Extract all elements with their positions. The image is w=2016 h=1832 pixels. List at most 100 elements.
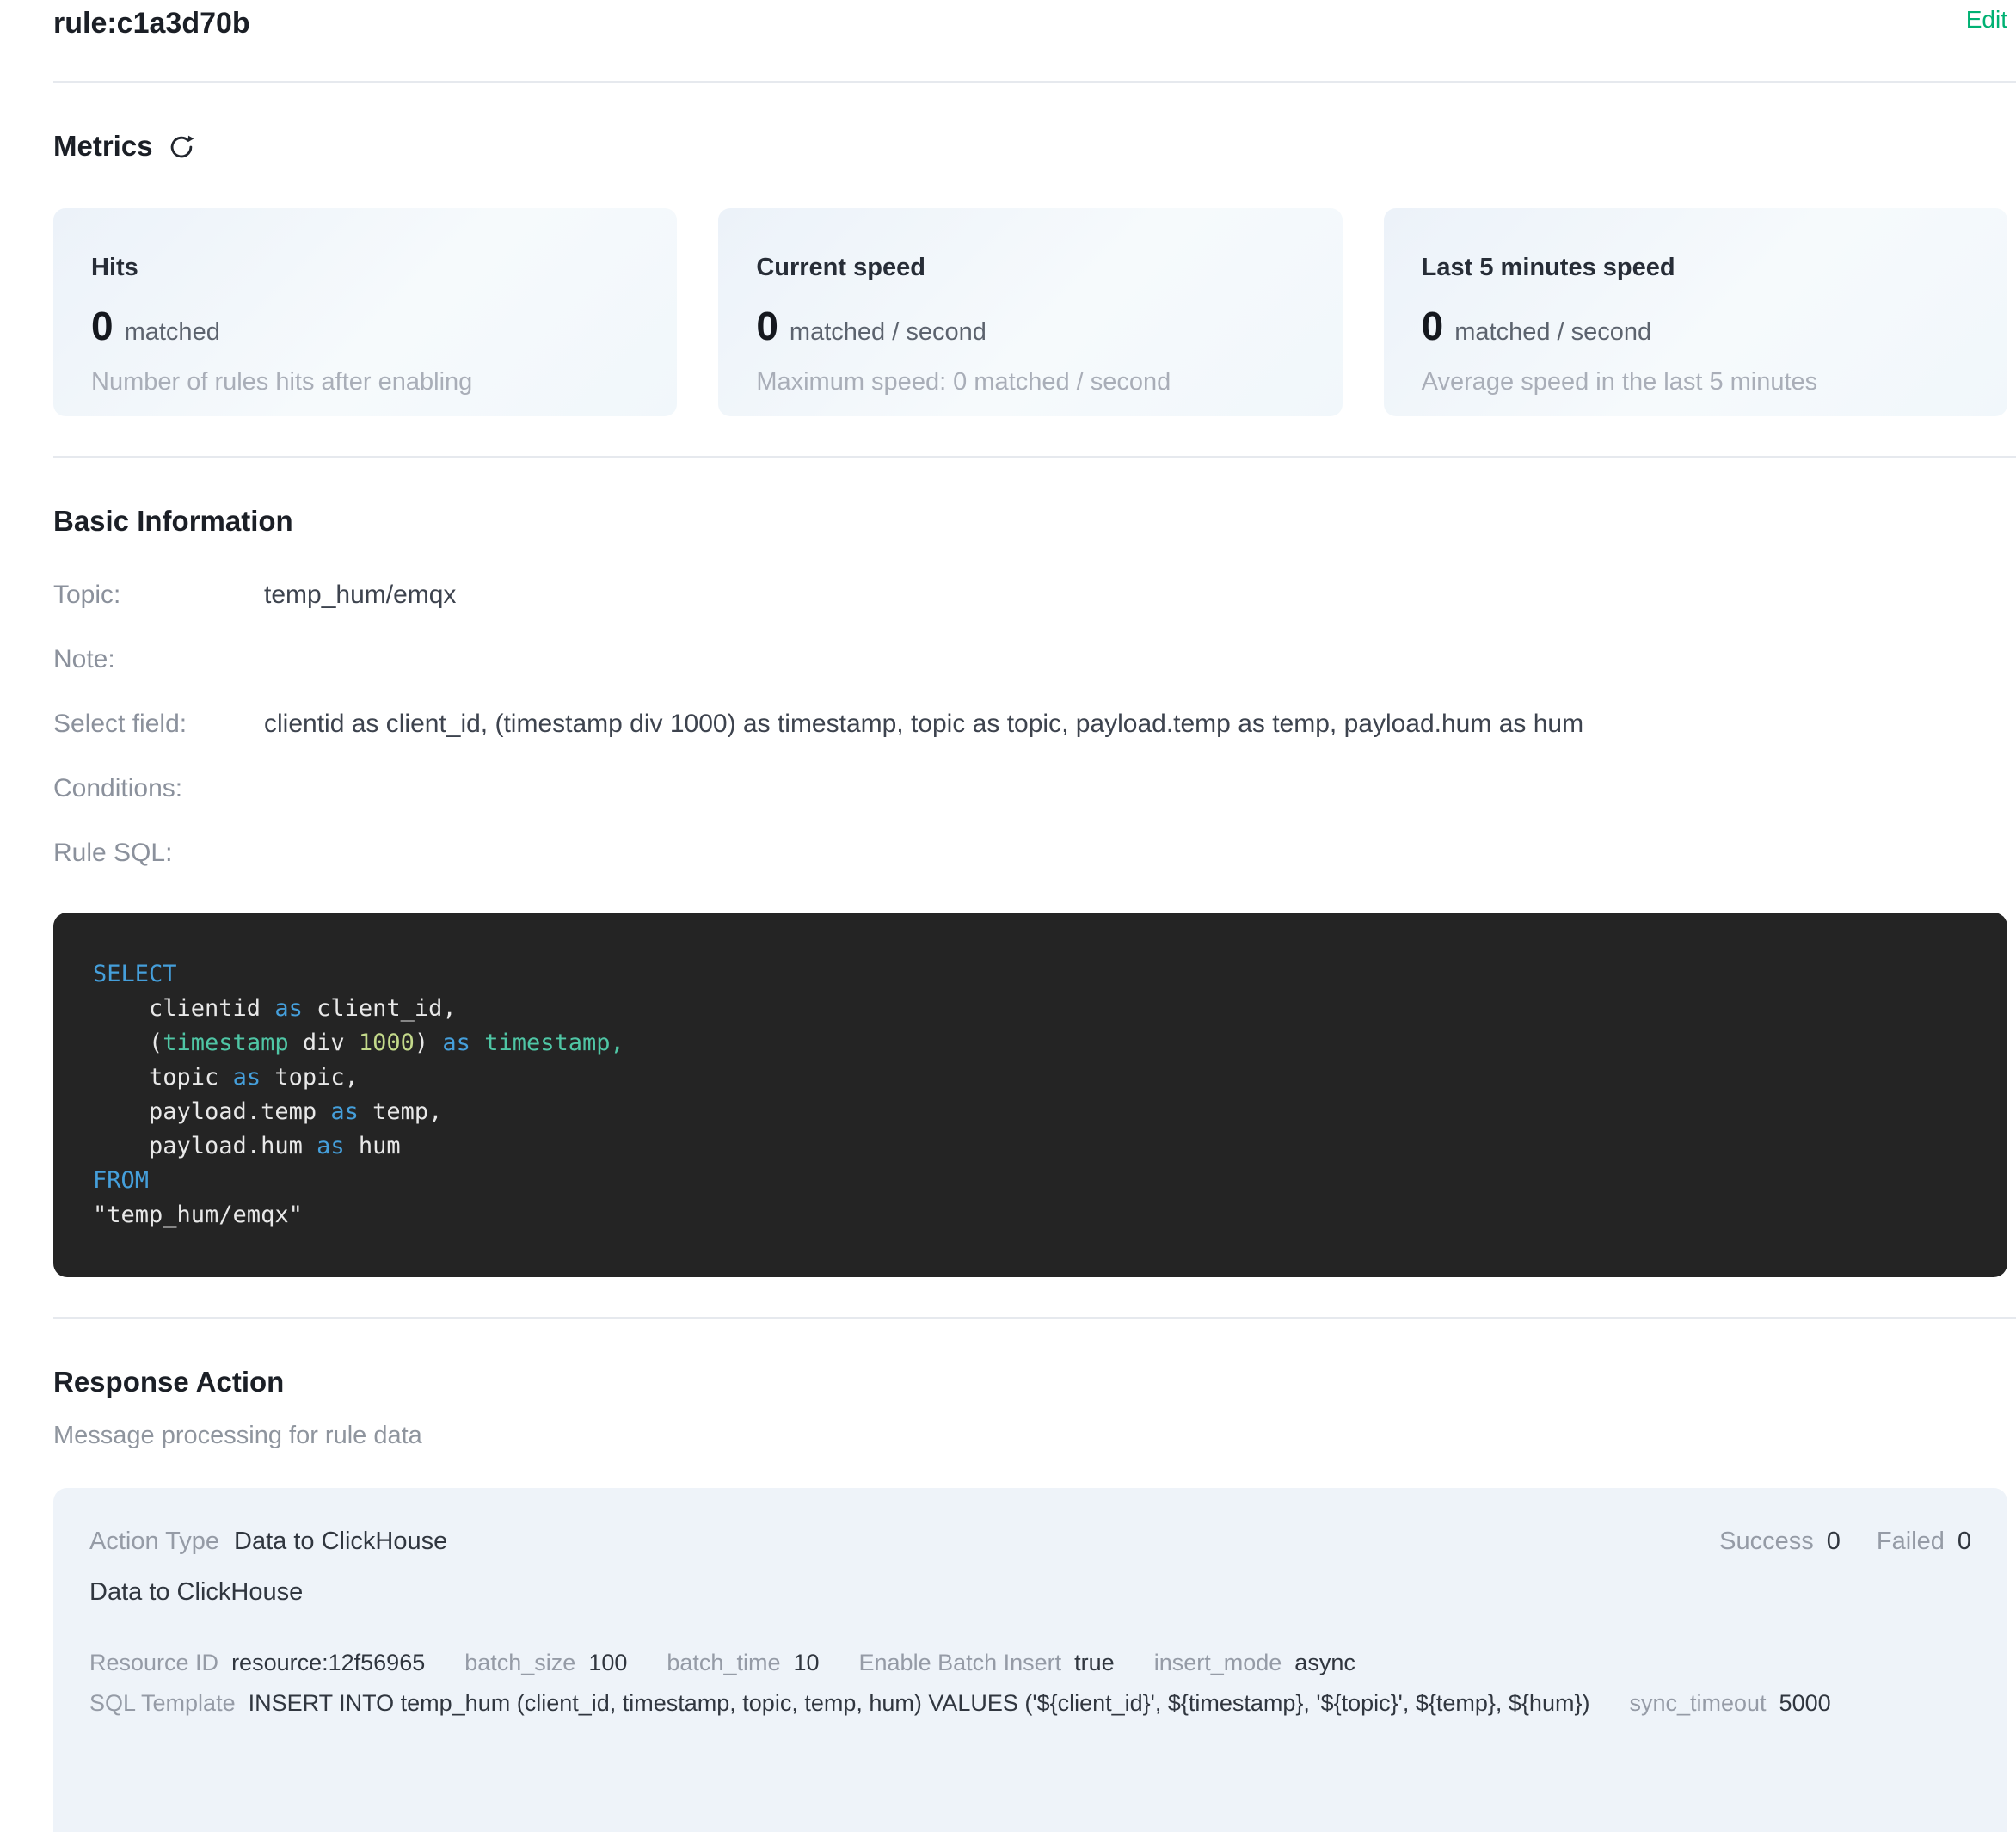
success-counter: Success 0 <box>1719 1528 1841 1556</box>
divider <box>53 81 2016 83</box>
metric-unit: matched / second <box>790 318 986 347</box>
sql-token: FROM <box>93 1167 149 1194</box>
action-config-row-1: Resource ID resource:12f56965 batch_size… <box>89 1650 1971 1676</box>
refresh-icon[interactable] <box>167 132 196 162</box>
sql-token: "temp_hum/emqx" <box>93 1202 303 1228</box>
sql-token: timestamp, <box>484 1030 624 1056</box>
sql-token: SELECT <box>93 961 177 987</box>
metrics-section-header: Metrics <box>53 129 2007 163</box>
metric-title: Hits <box>91 253 639 282</box>
config-value: 100 <box>588 1650 627 1676</box>
sql-token: hum <box>345 1133 401 1159</box>
info-row-select-field: Select field: clientid as client_id, (ti… <box>53 692 2007 756</box>
metric-value: 0 <box>756 304 778 347</box>
info-row-rule-sql: Rule SQL: <box>53 821 2007 885</box>
sql-line: (timestamp div 1000) as timestamp, <box>93 1026 1968 1060</box>
config-sql-template: SQL Template INSERT INTO temp_hum (clien… <box>89 1690 1589 1717</box>
success-value: 0 <box>1827 1528 1841 1556</box>
sql-token: clientid <box>93 995 274 1022</box>
success-label: Success <box>1719 1528 1814 1556</box>
info-value: temp_hum/emqx <box>264 581 456 610</box>
action-config-row-2: SQL Template INSERT INTO temp_hum (clien… <box>89 1690 1971 1717</box>
config-resource-id: Resource ID resource:12f56965 <box>89 1650 425 1676</box>
sql-token: 1000 <box>359 1030 415 1056</box>
config-batch-size: batch_size 100 <box>464 1650 627 1676</box>
basic-info-heading: Basic Information <box>53 504 293 538</box>
metric-value: 0 <box>1422 304 1444 347</box>
failed-counter: Failed 0 <box>1877 1528 1971 1556</box>
action-type-label: Action Type <box>89 1528 219 1556</box>
metric-value-row: 0 matched / second <box>1422 304 1970 347</box>
sql-line: "temp_hum/emqx" <box>93 1198 1968 1233</box>
config-label: insert_mode <box>1154 1650 1282 1676</box>
failed-label: Failed <box>1877 1528 1945 1556</box>
response-action-heading: Response Action <box>53 1365 284 1399</box>
failed-value: 0 <box>1958 1528 1971 1556</box>
sql-token: as <box>274 995 303 1022</box>
sql-line: FROM <box>93 1164 1968 1198</box>
rule-sql-code-block: SELECT clientid as client_id, (timestamp… <box>53 913 2007 1277</box>
config-value: resource:12f56965 <box>231 1650 425 1676</box>
sql-token: ) <box>415 1030 443 1056</box>
sql-token: payload.hum <box>93 1133 317 1159</box>
page-title: rule:c1a3d70b <box>53 5 250 41</box>
metric-value-row: 0 matched <box>91 304 639 347</box>
page-header: rule:c1a3d70b Edit <box>53 5 2007 41</box>
config-label: sync_timeout <box>1629 1690 1766 1717</box>
sql-token: topic, <box>261 1064 359 1091</box>
sql-token: ( <box>93 1030 163 1056</box>
edit-link[interactable]: Edit <box>1966 5 2007 34</box>
metric-value-row: 0 matched / second <box>756 304 1304 347</box>
config-label: Resource ID <box>89 1650 218 1676</box>
config-value: 10 <box>793 1650 819 1676</box>
action-type: Action Type Data to ClickHouse <box>89 1528 447 1556</box>
divider <box>53 1317 2016 1319</box>
action-counters: Success 0 Failed 0 <box>1719 1528 1971 1556</box>
metric-unit: matched / second <box>1454 318 1651 347</box>
config-label: Enable Batch Insert <box>859 1650 1062 1676</box>
metric-title: Current speed <box>756 253 1304 282</box>
action-card-top-row: Action Type Data to ClickHouse Success 0… <box>89 1528 1971 1556</box>
info-label: Select field: <box>53 710 264 739</box>
sql-token: payload.temp <box>93 1098 330 1125</box>
info-value: clientid as client_id, (timestamp div 10… <box>264 710 1583 739</box>
sql-line: payload.temp as temp, <box>93 1095 1968 1129</box>
rule-detail-page: rule:c1a3d70b Edit Metrics Hits 0 matche… <box>0 0 2016 1832</box>
sql-line: payload.hum as hum <box>93 1129 1968 1164</box>
metric-title: Last 5 minutes speed <box>1422 253 1970 282</box>
sql-token: as <box>317 1133 345 1159</box>
info-label: Note: <box>53 645 264 674</box>
config-insert-mode: insert_mode async <box>1154 1650 1355 1676</box>
sql-token: as <box>442 1030 470 1056</box>
metric-card-current-speed: Current speed 0 matched / second Maximum… <box>718 208 1342 416</box>
sql-line: SELECT <box>93 957 1968 992</box>
sql-token <box>470 1030 484 1056</box>
info-row-conditions: Conditions: <box>53 756 2007 821</box>
basic-info-rows: Topic: temp_hum/emqx Note: Select field:… <box>53 563 2007 885</box>
info-label: Rule SQL: <box>53 839 264 868</box>
divider <box>53 456 2016 458</box>
config-label: batch_size <box>464 1650 575 1676</box>
sql-line: clientid as client_id, <box>93 992 1968 1026</box>
config-value: INSERT INTO temp_hum (client_id, timesta… <box>249 1690 1590 1717</box>
config-sync-timeout: sync_timeout 5000 <box>1629 1690 1830 1717</box>
sql-token: div <box>289 1030 359 1056</box>
info-row-note: Note: <box>53 627 2007 692</box>
config-label: batch_time <box>667 1650 780 1676</box>
sql-token: as <box>233 1064 261 1091</box>
metric-description: Number of rules hits after enabling <box>91 368 639 397</box>
info-row-topic: Topic: temp_hum/emqx <box>53 563 2007 627</box>
config-value: 5000 <box>1779 1690 1831 1717</box>
response-action-subtitle: Message processing for rule data <box>53 1422 2007 1450</box>
sql-token: timestamp <box>163 1030 288 1056</box>
metric-description: Maximum speed: 0 matched / second <box>756 368 1304 397</box>
basic-info-section-header: Basic Information <box>53 504 2007 538</box>
action-card: Action Type Data to ClickHouse Success 0… <box>53 1488 2007 1832</box>
config-label: SQL Template <box>89 1690 236 1717</box>
sql-token: temp, <box>359 1098 443 1125</box>
metric-cards: Hits 0 matched Number of rules hits afte… <box>53 208 2007 416</box>
metric-value: 0 <box>91 304 114 347</box>
config-enable-batch-insert: Enable Batch Insert true <box>859 1650 1115 1676</box>
sql-token: client_id, <box>303 995 457 1022</box>
response-action-section-header: Response Action <box>53 1365 2007 1399</box>
